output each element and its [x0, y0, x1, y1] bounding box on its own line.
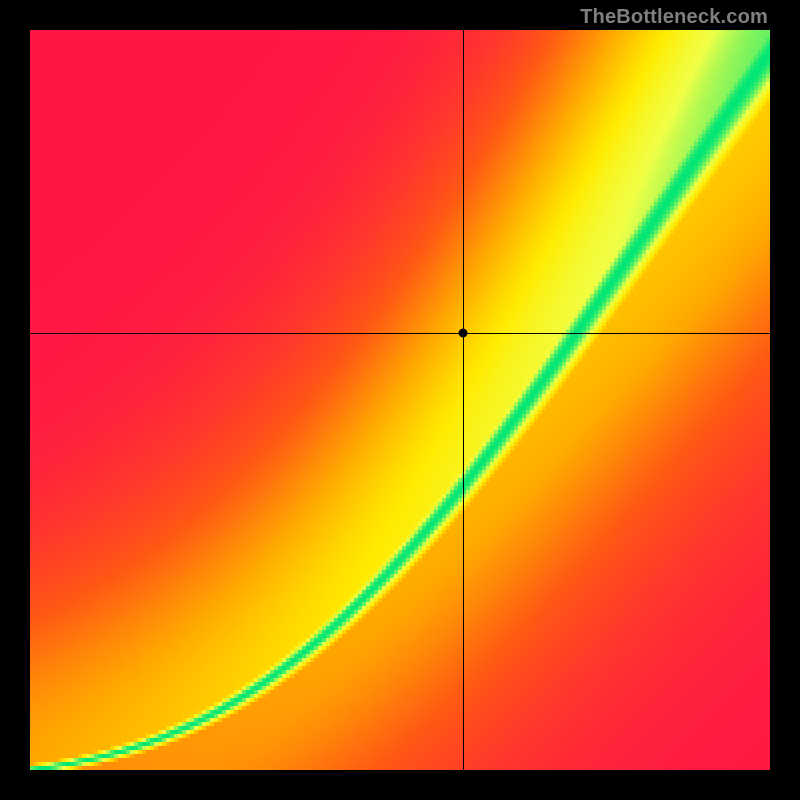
crosshair-horizontal	[30, 333, 770, 334]
chart-frame: TheBottleneck.com	[0, 0, 800, 800]
crosshair-vertical	[463, 30, 464, 770]
crosshair-marker-dot	[458, 329, 467, 338]
heatmap-canvas	[30, 30, 770, 770]
heatmap-plot	[30, 30, 770, 770]
watermark-text: TheBottleneck.com	[580, 6, 768, 29]
